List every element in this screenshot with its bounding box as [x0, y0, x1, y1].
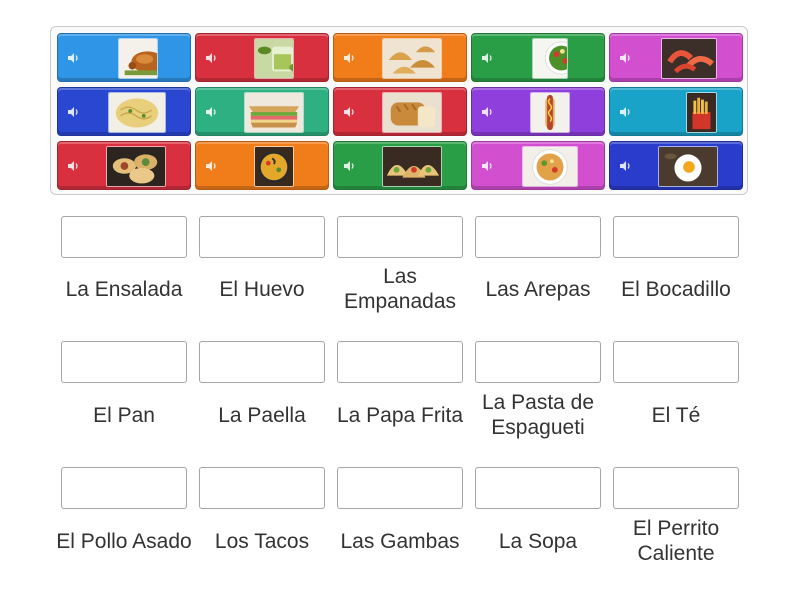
- drop-slot[interactable]: [337, 341, 463, 383]
- shrimp-image: [661, 38, 717, 79]
- answer-label: El Perrito Caliente: [632, 517, 720, 565]
- speaker-icon[interactable]: [204, 159, 218, 173]
- drop-slot[interactable]: [475, 341, 601, 383]
- speaker-icon[interactable]: [342, 159, 356, 173]
- food-tile[interactable]: [57, 141, 191, 190]
- spaghetti-image: [108, 92, 166, 133]
- drop-slot[interactable]: [475, 216, 601, 258]
- food-tile[interactable]: [57, 87, 191, 136]
- drop-slot[interactable]: [337, 467, 463, 509]
- answer-label: La Ensalada: [65, 277, 183, 301]
- answer-label: Las Empanadas: [343, 265, 457, 313]
- sandwich-image: [244, 92, 304, 133]
- empanadas-image: [382, 38, 442, 79]
- answer-label: Los Tacos: [214, 529, 310, 553]
- speaker-icon[interactable]: [66, 105, 80, 119]
- speaker-icon[interactable]: [204, 51, 218, 65]
- speaker-icon[interactable]: [66, 51, 80, 65]
- answer-label: La Paella: [218, 403, 306, 427]
- answer-label: Las Arepas: [485, 277, 591, 301]
- speaker-icon[interactable]: [342, 51, 356, 65]
- food-tile[interactable]: [609, 87, 743, 136]
- food-tile[interactable]: [57, 33, 191, 82]
- speaker-icon[interactable]: [342, 105, 356, 119]
- food-tile[interactable]: [471, 87, 605, 136]
- speaker-icon[interactable]: [66, 159, 80, 173]
- tea-image: [254, 38, 294, 79]
- speaker-icon[interactable]: [618, 51, 632, 65]
- roast-chicken-image: [118, 38, 158, 79]
- drop-slot[interactable]: [337, 216, 463, 258]
- answer-label: El Bocadillo: [621, 277, 731, 301]
- food-tile[interactable]: [609, 33, 743, 82]
- answer-label: Las Gambas: [340, 529, 460, 553]
- drop-slot[interactable]: [199, 467, 325, 509]
- food-tile[interactable]: [471, 141, 605, 190]
- food-tile[interactable]: [195, 87, 329, 136]
- egg-image: [658, 146, 718, 187]
- speaker-icon[interactable]: [480, 159, 494, 173]
- drop-slot[interactable]: [613, 341, 739, 383]
- tacos-image: [382, 146, 442, 187]
- answer-label: La Papa Frita: [336, 403, 464, 427]
- speaker-icon[interactable]: [618, 105, 632, 119]
- salad-image: [532, 38, 568, 79]
- answer-label: El Pollo Asado: [56, 529, 192, 553]
- food-tile[interactable]: [195, 141, 329, 190]
- food-tile[interactable]: [333, 87, 467, 136]
- food-tile[interactable]: [333, 33, 467, 82]
- answer-label: El Huevo: [219, 277, 305, 301]
- drop-slot[interactable]: [199, 216, 325, 258]
- drop-slot[interactable]: [613, 216, 739, 258]
- food-tile[interactable]: [195, 33, 329, 82]
- arepas-image: [106, 146, 166, 187]
- soup-image: [522, 146, 578, 187]
- fries-image: [686, 92, 717, 133]
- food-tile[interactable]: [333, 141, 467, 190]
- speaker-icon[interactable]: [618, 159, 632, 173]
- drop-slot[interactable]: [475, 467, 601, 509]
- speaker-icon[interactable]: [204, 105, 218, 119]
- answer-label: El Té: [651, 403, 701, 427]
- speaker-icon[interactable]: [480, 105, 494, 119]
- hot-dog-image: [530, 92, 570, 133]
- food-tile[interactable]: [471, 33, 605, 82]
- drop-slot[interactable]: [613, 467, 739, 509]
- drop-slot[interactable]: [199, 341, 325, 383]
- answer-label: La Pasta de Espagueti: [481, 391, 595, 439]
- answer-label: La Sopa: [498, 529, 578, 553]
- bread-image: [382, 92, 442, 133]
- answer-label: El Pan: [93, 403, 155, 427]
- speaker-icon[interactable]: [480, 51, 494, 65]
- paella-image: [254, 146, 294, 187]
- drop-slot[interactable]: [61, 341, 187, 383]
- food-tile[interactable]: [609, 141, 743, 190]
- drop-slot[interactable]: [61, 216, 187, 258]
- drop-slot[interactable]: [61, 467, 187, 509]
